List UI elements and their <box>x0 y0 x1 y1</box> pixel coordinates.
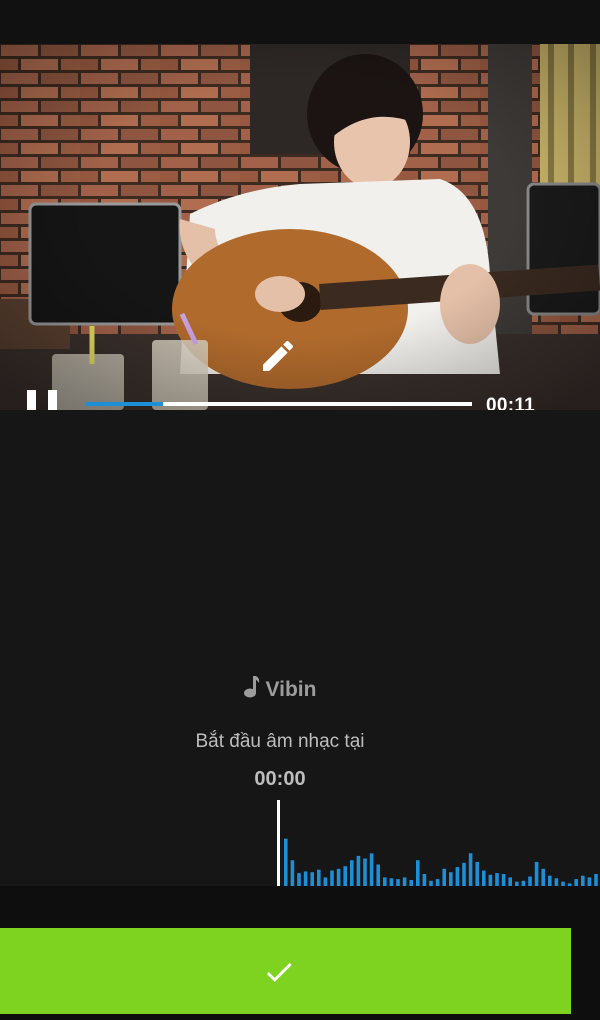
waveform-bar <box>508 877 512 886</box>
waveform-bar <box>369 853 374 886</box>
waveform-bar <box>336 868 341 886</box>
music-start-label: Bắt đầu âm nhạc tại <box>195 731 365 752</box>
waveform-bar <box>581 875 585 886</box>
waveform-bar <box>284 838 288 886</box>
waveform-bar <box>303 871 308 886</box>
waveform-bar <box>534 861 539 886</box>
waveform-bar <box>462 862 466 886</box>
waveform-bar <box>455 867 460 886</box>
pencil-icon[interactable] <box>258 336 298 376</box>
waveform-bar <box>402 877 407 886</box>
waveform-bar <box>442 868 446 886</box>
waveform-bar <box>396 879 400 886</box>
music-waveform[interactable] <box>260 798 600 888</box>
waveform-bar <box>290 860 295 886</box>
status-bar-area <box>0 0 600 44</box>
waveform-bar <box>468 853 473 886</box>
waveform-bar <box>317 869 321 886</box>
music-title: Vibin <box>0 676 560 702</box>
video-progress-fill <box>86 402 164 406</box>
music-title-text: Vibin <box>265 678 317 701</box>
waveform-bar <box>482 870 486 886</box>
pause-icon[interactable] <box>24 388 64 410</box>
music-start-time: 00:00 <box>254 768 306 790</box>
waveform-bar <box>323 877 328 886</box>
waveform-bar <box>495 873 499 886</box>
video-time: 00:11 <box>486 395 536 410</box>
waveform-bar <box>356 855 361 886</box>
waveform-bar <box>554 878 559 886</box>
waveform-playhead <box>277 800 280 886</box>
waveform-bar <box>343 866 347 886</box>
confirm-button[interactable] <box>0 928 571 1014</box>
waveform-bar <box>363 858 367 886</box>
waveform-bar <box>297 873 301 886</box>
waveform-bar <box>574 879 578 886</box>
waveform-bar <box>389 878 394 886</box>
waveform-bar <box>449 872 453 886</box>
waveform-bar <box>376 864 380 886</box>
video-progress-bar[interactable] <box>86 402 472 406</box>
waveform-bar <box>541 868 545 886</box>
waveform-bar <box>435 879 440 886</box>
waveform-bar <box>594 874 598 886</box>
waveform-bar <box>587 877 592 886</box>
waveform-bar <box>528 876 532 886</box>
waveform-bar <box>475 861 479 886</box>
waveform-bar <box>501 874 506 886</box>
waveform-bar <box>383 877 387 886</box>
video-preview[interactable]: 00:11 <box>0 44 600 410</box>
video-frame-image <box>0 44 600 410</box>
waveform-bar <box>310 872 314 886</box>
waveform-bar <box>416 860 420 886</box>
waveform-bar <box>330 870 334 886</box>
waveform-bar <box>422 874 427 886</box>
waveform-bar <box>548 875 552 886</box>
checkmark-icon <box>266 962 292 982</box>
waveform-bar <box>488 874 493 886</box>
waveform-bar <box>350 860 354 886</box>
music-note-icon <box>243 676 259 698</box>
